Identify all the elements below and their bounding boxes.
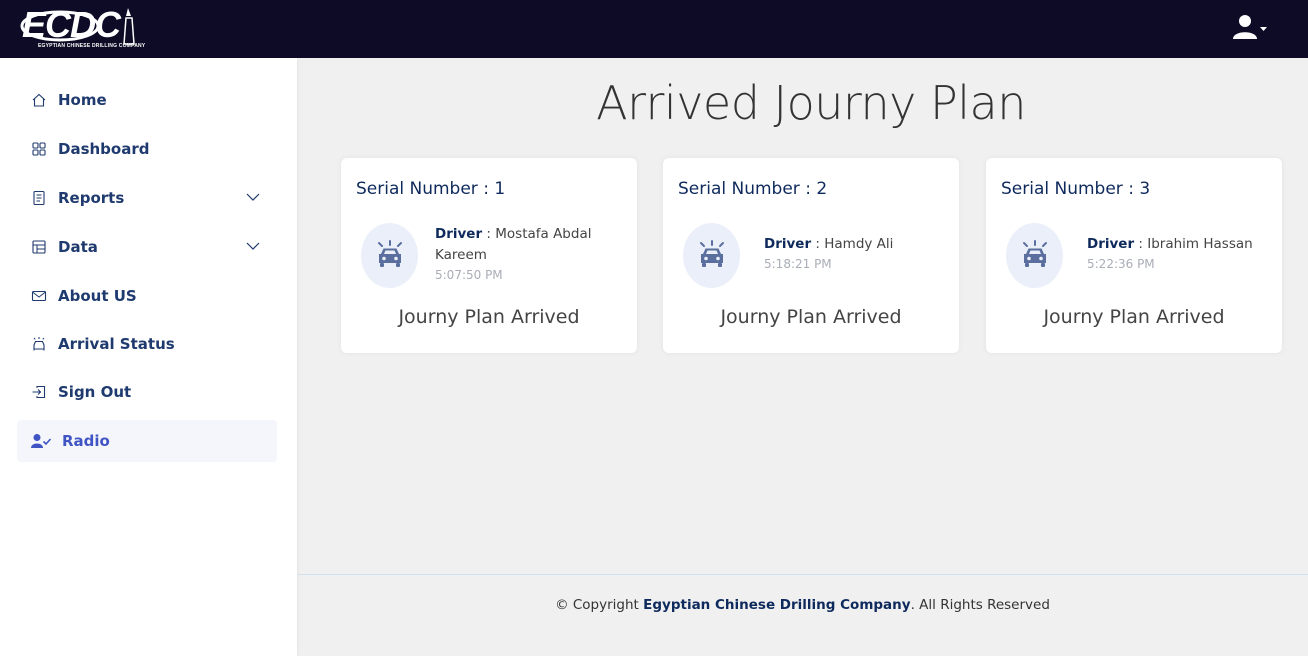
sidebar-item-label: Home <box>58 91 107 109</box>
sidebar-item-label: About US <box>58 287 137 305</box>
home-icon <box>32 93 46 107</box>
arrival-status-text: Journy Plan Arrived <box>1043 306 1225 328</box>
driver-info: Driver : Mostafa Abdal Kareem <box>435 226 592 263</box>
company-logo[interactable]: ECDC EGYPTIAN CHINESE DRILLING COMPANY <box>20 4 145 54</box>
driver-info: Driver : Ibrahim Hassan <box>1087 236 1253 252</box>
arrival-status-text: Journy Plan Arrived <box>720 306 902 328</box>
sidebar-item-about-us[interactable]: About US <box>17 275 277 317</box>
sidebar: Home Dashboard Reports Data About US Arr… <box>0 58 297 656</box>
arrival-time: 5:18:21 PM <box>764 257 832 271</box>
arrival-status-text: Journy Plan Arrived <box>398 306 580 328</box>
grid-icon <box>32 142 46 156</box>
envelope-icon <box>31 290 47 302</box>
logo-text: ECDC <box>22 4 121 45</box>
sidebar-item-arrival-status[interactable]: Arrival Status <box>17 323 277 365</box>
car-avatar <box>1006 223 1063 288</box>
journey-card: Serial Number : 2 Driver : Hamdy Ali 5:1… <box>663 158 959 353</box>
arrival-time: 5:22:36 PM <box>1087 257 1155 271</box>
user-menu-button[interactable] <box>1232 14 1270 42</box>
chevron-down-icon[interactable] <box>246 241 260 251</box>
journal-icon <box>33 190 45 206</box>
serial-number-title: Serial Number : 3 <box>1001 179 1151 199</box>
logo-subtitle: EGYPTIAN CHINESE DRILLING COMPANY <box>38 43 146 49</box>
sidebar-item-label: Radio <box>62 432 110 450</box>
car-icon <box>378 240 402 267</box>
page-title: Arrived Journy Plan <box>596 76 1026 130</box>
sidebar-item-reports[interactable]: Reports <box>17 177 277 219</box>
top-navbar: ECDC EGYPTIAN CHINESE DRILLING COMPANY <box>0 0 1308 58</box>
sidebar-item-radio[interactable]: Radio <box>17 420 277 462</box>
driver-info: Driver : Hamdy Ali <box>764 236 894 252</box>
driver-name: Hamdy Ali <box>824 236 894 252</box>
driver-label: Driver <box>435 226 483 242</box>
sidebar-item-label: Arrival Status <box>58 335 175 353</box>
car-avatar <box>361 223 418 288</box>
journey-card: Serial Number : 3 Driver : Ibrahim Hassa… <box>986 158 1282 353</box>
table-icon <box>32 240 46 254</box>
car-icon <box>33 337 45 351</box>
copyright-prefix: © Copyright <box>555 597 639 613</box>
sidebar-item-label: Reports <box>58 189 125 207</box>
serial-number-title: Serial Number : 2 <box>678 179 828 199</box>
user-icon <box>1233 15 1267 39</box>
company-name: Egyptian Chinese Drilling Company <box>643 597 911 613</box>
driver-label: Driver <box>764 236 812 252</box>
arrival-time: 5:07:50 PM <box>435 268 503 282</box>
sidebar-item-data[interactable]: Data <box>17 226 277 268</box>
footer-divider <box>297 574 1308 575</box>
user-check-icon <box>31 434 51 448</box>
copyright-suffix: . All Rights Reserved <box>910 597 1050 613</box>
car-icon <box>700 240 724 267</box>
sidebar-item-label: Dashboard <box>58 140 150 158</box>
driver-name: Ibrahim Hassan <box>1147 236 1253 252</box>
sidebar-item-dashboard[interactable]: Dashboard <box>17 128 277 170</box>
sidebar-item-label: Data <box>58 238 98 256</box>
sidebar-item-sign-out[interactable]: Sign Out <box>17 371 277 413</box>
sidebar-item-home[interactable]: Home <box>17 79 277 121</box>
journey-card: Serial Number : 1 Driver : Mostafa Abdal… <box>341 158 637 353</box>
footer-copyright: © Copyright Egyptian Chinese Drilling Co… <box>297 597 1308 613</box>
car-icon <box>1023 240 1047 267</box>
driver-label: Driver <box>1087 236 1135 252</box>
sign-out-icon <box>32 385 46 399</box>
chevron-down-icon[interactable] <box>246 192 260 202</box>
car-avatar <box>683 223 740 288</box>
sidebar-item-label: Sign Out <box>58 383 132 401</box>
serial-number-title: Serial Number : 1 <box>356 179 506 199</box>
